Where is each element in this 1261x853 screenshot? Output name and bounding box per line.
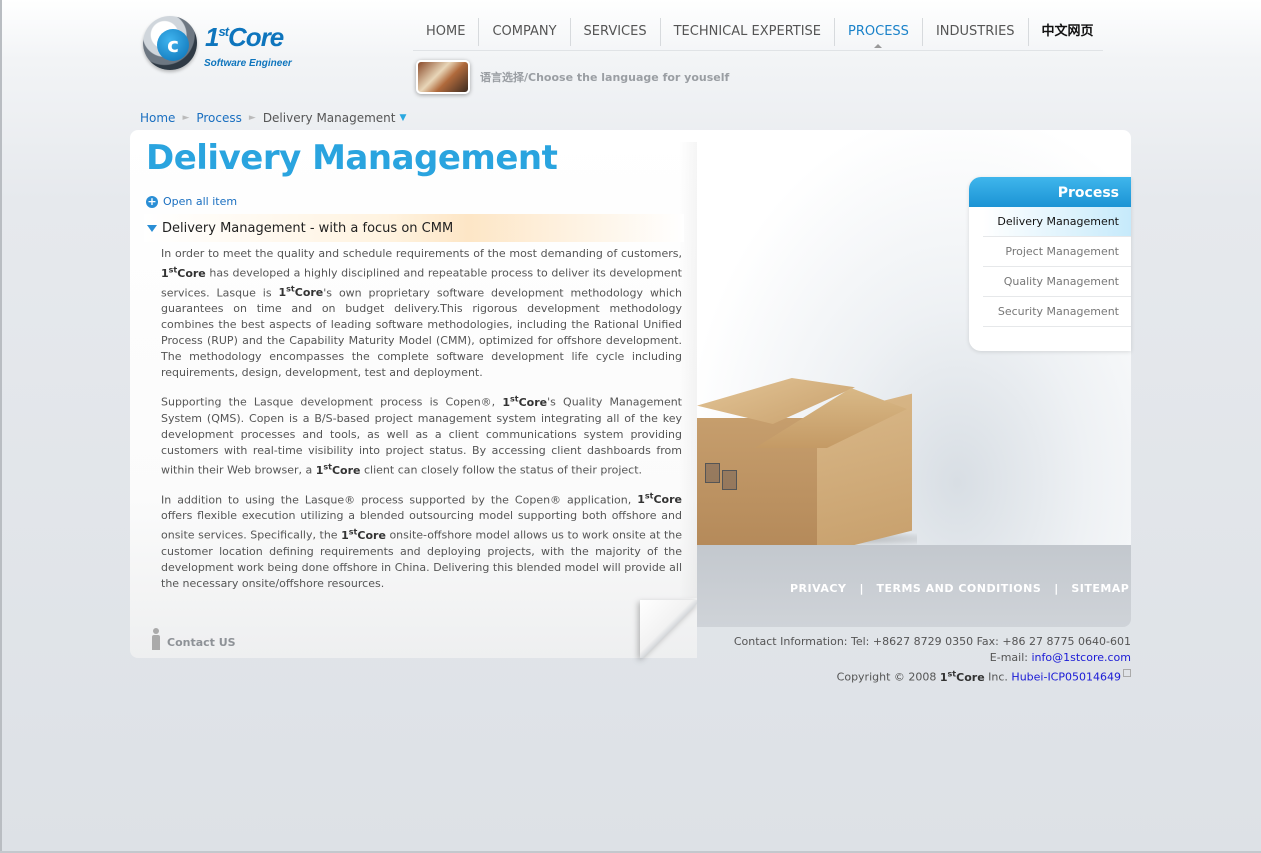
nav-industries[interactable]: INDUSTRIES bbox=[923, 18, 1029, 46]
footer-separator: | bbox=[1054, 582, 1059, 595]
logo-name: 1stCore bbox=[205, 22, 284, 52]
subnav-delivery-management[interactable]: Delivery Management bbox=[983, 207, 1131, 237]
nav-company[interactable]: COMPANY bbox=[479, 18, 571, 46]
fragile-mark-icon bbox=[722, 470, 737, 490]
subnav-title: Process bbox=[969, 177, 1131, 207]
brand-name: 1stCore bbox=[341, 527, 386, 542]
brand-name: 1stCore bbox=[278, 284, 324, 300]
contact-us-label: Contact US bbox=[167, 636, 236, 649]
footer-separator: | bbox=[859, 582, 864, 595]
nav-chinese-page[interactable]: 中文网页 bbox=[1029, 18, 1107, 46]
section-title: Delivery Management - with a focus on CM… bbox=[162, 220, 454, 236]
logo-tagline: Software Engineer bbox=[204, 58, 292, 69]
process-subnav: Process Delivery Management Project Mana… bbox=[969, 177, 1131, 351]
contact-information: Contact Information: Tel: +8627 8729 035… bbox=[734, 634, 1131, 686]
site-logo[interactable]: c 1stCore Software Engineer bbox=[140, 14, 300, 76]
footer-links: PRIVACY | TERMS AND CONDITIONS | SITEMAP bbox=[790, 582, 1129, 595]
triangle-down-icon bbox=[147, 224, 157, 232]
footer-privacy-link[interactable]: PRIVACY bbox=[790, 582, 846, 595]
nav-services[interactable]: SERVICES bbox=[571, 18, 661, 46]
page-curl-decoration bbox=[640, 600, 698, 658]
brand-name: 1stCore bbox=[502, 394, 548, 409]
language-thumbnail-icon[interactable] bbox=[416, 60, 470, 94]
brand-name: 1stCore bbox=[939, 669, 985, 684]
paragraph-2: Supporting the Lasque development proces… bbox=[161, 394, 682, 477]
breadcrumb-process[interactable]: Process bbox=[196, 111, 242, 125]
breadcrumb-current: Delivery Management bbox=[262, 111, 396, 125]
brand-name: 1stCore bbox=[315, 461, 361, 477]
page-title: Delivery Management bbox=[146, 138, 558, 178]
breadcrumb-dropdown-icon[interactable]: ▼ bbox=[400, 113, 407, 123]
icp-link[interactable]: Hubei-ICP05014649 bbox=[1011, 671, 1121, 684]
brand-name: 1stCore bbox=[161, 265, 206, 280]
cardboard-box-image bbox=[697, 378, 917, 545]
brand-name: 1stCore bbox=[637, 491, 682, 507]
main-nav: HOME COMPANY SERVICES TECHNICAL EXPERTIS… bbox=[413, 18, 1107, 48]
footer-terms-link[interactable]: TERMS AND CONDITIONS bbox=[876, 582, 1041, 595]
paragraph-3: In addition to using the Lasque® process… bbox=[161, 491, 682, 590]
paragraph-1: In order to meet the quality and schedul… bbox=[161, 247, 682, 380]
logo-letter: c bbox=[157, 29, 189, 61]
contact-email-line: E-mail: info@1stcore.com bbox=[989, 651, 1132, 664]
open-all-button[interactable]: + Open all item bbox=[146, 195, 237, 208]
subnav-security-management[interactable]: Security Management bbox=[983, 297, 1131, 327]
fragile-mark-icon bbox=[705, 463, 720, 483]
email-link[interactable]: info@1stcore.com bbox=[1032, 651, 1132, 664]
section-header-toggle[interactable]: Delivery Management - with a focus on CM… bbox=[144, 214, 684, 242]
language-selector[interactable]: 语言选择/Choose the language for youself bbox=[416, 60, 729, 94]
logo-emblem-icon: c bbox=[143, 16, 197, 70]
subnav-project-management[interactable]: Project Management bbox=[983, 237, 1131, 267]
language-label: 语言选择/Choose the language for youself bbox=[480, 71, 730, 84]
nav-home[interactable]: HOME bbox=[413, 18, 480, 46]
open-all-label: Open all item bbox=[163, 195, 238, 208]
nav-technical-expertise[interactable]: TECHNICAL EXPERTISE bbox=[661, 18, 836, 46]
window-edge-left bbox=[0, 0, 2, 853]
person-icon bbox=[150, 628, 164, 650]
subnav-quality-management[interactable]: Quality Management bbox=[983, 267, 1131, 297]
footer-sitemap-link[interactable]: SITEMAP bbox=[1071, 582, 1129, 595]
breadcrumb-arrow-icon: ► bbox=[248, 113, 256, 123]
section-body: In order to meet the quality and schedul… bbox=[161, 246, 682, 602]
nav-process[interactable]: PROCESS bbox=[835, 18, 923, 48]
copyright-line: Copyright © 2008 1stCore Inc. Hubei-ICP0… bbox=[734, 666, 1131, 686]
nav-divider bbox=[413, 50, 1103, 51]
contact-phone-fax: Contact Information: Tel: +8627 8729 035… bbox=[733, 635, 1131, 648]
breadcrumb-home[interactable]: Home bbox=[140, 111, 175, 125]
plus-circle-icon: + bbox=[146, 194, 158, 208]
breadcrumb-arrow-icon: ► bbox=[182, 113, 190, 123]
external-link-icon bbox=[1123, 668, 1131, 677]
contact-us-link[interactable]: Contact US bbox=[150, 628, 236, 650]
breadcrumb: Home ► Process ► Delivery Management ▼ bbox=[140, 111, 406, 125]
